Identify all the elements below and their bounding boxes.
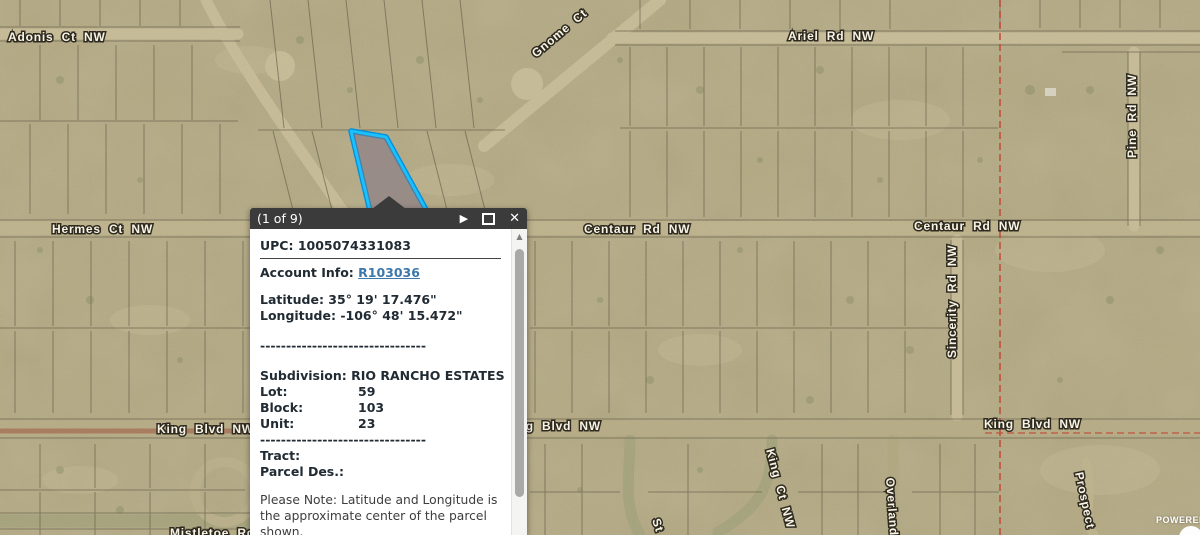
popup-header[interactable]: (1 of 9) ▶ ✕ [250,208,527,229]
street-label-sincerity-rd: Sincerity Rd NW [945,245,959,358]
street-label-king-blvd-1: King Blvd NW [157,422,254,436]
block-row: Block: 103 [260,400,503,416]
latitude-line: Latitude: 35° 19' 17.476" [260,292,503,308]
unit-row: Unit: 23 [260,416,503,432]
street-label-adonis-ct: Adonis Ct NW [8,30,106,44]
block-value: 103 [358,400,384,416]
tract-label: Tract: [260,448,503,464]
divider-rule [260,258,501,259]
image-grain [0,0,1200,535]
next-result-icon[interactable]: ▶ [460,213,468,224]
separator-dashes-2: -------------------------------- [260,432,503,448]
subdivision-line: Subdivision: RIO RANCHO ESTATES [260,368,503,384]
street-label-mistletoe-rd: Mistletoe Rd [170,526,255,535]
scrollbar-thumb[interactable] [515,249,524,497]
street-label-pine-rd: Pine Rd NW [1125,74,1139,158]
longitude-line: Longitude: -106° 48' 15.472" [260,308,503,324]
lot-row: Lot: 59 [260,384,503,400]
parcel-info-popup: (1 of 9) ▶ ✕ UPC: 1005074331083 Account … [250,208,527,535]
block-label: Block: [260,400,358,416]
account-info-line: Account Info: R103036 [260,265,503,281]
unit-value: 23 [358,416,375,432]
map-viewport[interactable]: Adonis Ct NW Gnome Ct Ariel Rd NW Pine R… [0,0,1200,535]
map-canvas[interactable]: Adonis Ct NW Gnome Ct Ariel Rd NW Pine R… [0,0,1200,535]
popup-result-counter: (1 of 9) [257,211,446,226]
powered-by-watermark: POWERED [1156,515,1200,525]
upc-line: UPC: 1005074331083 [260,238,503,254]
account-link[interactable]: R103036 [358,265,420,280]
lot-label: Lot: [260,384,358,400]
scroll-up-icon[interactable]: ▲ [512,229,527,244]
street-label-king-blvd-3: King Blvd NW [984,417,1081,431]
maximize-icon[interactable] [482,213,495,225]
popup-body: UPC: 1005074331083 Account Info: R103036… [250,229,527,535]
street-label-hermes-ct: Hermes Ct NW [52,222,153,236]
parcel-des-label: Parcel Des.: [260,464,503,480]
account-info-label: Account Info: [260,265,358,280]
lot-value: 59 [358,384,375,400]
street-label-ariel-rd: Ariel Rd NW [788,29,874,43]
unit-label: Unit: [260,416,358,432]
note-text: Please Note: Latitude and Longitude is t… [260,492,503,535]
street-label-centaur-rd-2: Centaur Rd NW [914,219,1020,233]
close-icon[interactable]: ✕ [509,212,520,225]
popup-scrollbar[interactable]: ▲ [511,229,527,535]
separator-dashes: -------------------------------- [260,338,503,354]
street-label-centaur-rd-1: Centaur Rd NW [584,222,690,236]
popup-callout-arrow [372,196,406,209]
